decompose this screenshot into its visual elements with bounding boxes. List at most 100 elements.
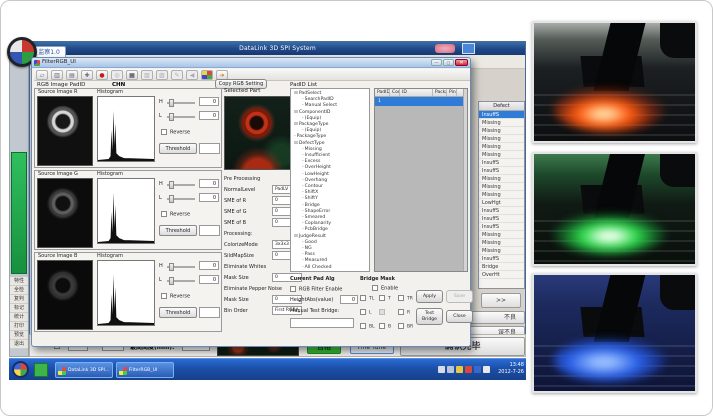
- threshold-field[interactable]: [199, 307, 220, 318]
- tree-expander-icon[interactable]: -: [302, 196, 304, 201]
- tree-expander-icon[interactable]: -: [302, 178, 304, 183]
- h-value-field[interactable]: 0: [199, 179, 219, 188]
- bridge-mask-cell[interactable]: BL: [360, 323, 379, 337]
- bridge-cell-checkbox[interactable]: [379, 309, 385, 315]
- tree-expander-icon[interactable]: -: [302, 184, 304, 189]
- defect-row[interactable]: Missing: [479, 135, 524, 143]
- defect-row[interactable]: Missing: [479, 151, 524, 159]
- maximize-button[interactable]: ▢: [443, 59, 454, 66]
- l-slider[interactable]: [167, 116, 195, 118]
- l-slider[interactable]: [167, 280, 195, 282]
- bridge-cell-checkbox[interactable]: [398, 309, 404, 315]
- more-button[interactable]: >>: [481, 293, 521, 308]
- bridge-mask-cell[interactable]: R: [398, 309, 417, 323]
- sidebar-item[interactable]: 全检: [10, 286, 28, 295]
- tree-expander-icon[interactable]: -: [302, 165, 304, 170]
- sidebar-item[interactable]: 统计: [10, 313, 28, 322]
- sidebar-item[interactable]: 标记: [10, 304, 28, 313]
- save-button[interactable]: Save: [446, 290, 473, 303]
- bridge-mask-cell[interactable]: [379, 309, 398, 323]
- h-slider[interactable]: [167, 184, 195, 186]
- reverse-checkbox[interactable]: [161, 211, 167, 217]
- manual-test-bridge-input[interactable]: [290, 318, 354, 328]
- bridge-cell-checkbox[interactable]: [379, 295, 385, 301]
- height-abs-field[interactable]: 0: [340, 295, 358, 304]
- tree-expander-icon[interactable]: -: [302, 147, 304, 152]
- tree-expander-icon[interactable]: -: [302, 190, 304, 195]
- tree-expander-icon[interactable]: -: [302, 203, 304, 208]
- sidebar-item[interactable]: 预览: [10, 331, 28, 340]
- bridge-mask-cell[interactable]: B: [379, 323, 398, 337]
- bridge-cell-checkbox[interactable]: [398, 295, 404, 301]
- tree-expander-icon[interactable]: ⊟: [294, 122, 298, 127]
- tree-expander-icon[interactable]: -: [302, 116, 304, 121]
- tray-icon[interactable]: [438, 366, 445, 373]
- tree-expander-icon[interactable]: -: [302, 172, 304, 177]
- table-header-cell[interactable]: Pin: [447, 89, 457, 96]
- defect-row[interactable]: Missing: [479, 231, 524, 239]
- table-header-cell[interactable]: PadID: [375, 89, 390, 96]
- threshold-field[interactable]: [199, 225, 220, 236]
- l-value-field[interactable]: 0: [199, 275, 219, 284]
- defect-row[interactable]: InsuffS: [479, 167, 524, 175]
- bridge-mask-cell[interactable]: BR: [398, 323, 417, 337]
- tray-icon[interactable]: [447, 366, 454, 373]
- h-value-field[interactable]: 0: [199, 97, 219, 106]
- toolbar-icon[interactable]: ▦: [201, 70, 213, 80]
- sidebar-item[interactable]: 打印: [10, 322, 28, 331]
- bridge-mask-cell[interactable]: T: [379, 295, 398, 309]
- taskbar-task-button[interactable]: FilterRGB_UI: [116, 362, 174, 378]
- defect-row[interactable]: OverHt: [479, 271, 524, 279]
- bridge-mask-cell[interactable]: TL: [360, 295, 379, 309]
- tree-expander-icon[interactable]: -: [302, 227, 304, 232]
- toolbar-icon[interactable]: ●: [96, 70, 108, 80]
- defect-row[interactable]: Missing: [479, 143, 524, 151]
- taskbar-clock[interactable]: 13:48 2012-7-26: [498, 362, 524, 376]
- tray-icon[interactable]: [465, 366, 472, 373]
- threshold-button[interactable]: Threshold: [159, 143, 197, 154]
- defect-row[interactable]: Missing: [479, 119, 524, 127]
- table-header-cell[interactable]: Comp: [390, 89, 400, 96]
- h-value-field[interactable]: 0: [199, 261, 219, 270]
- table-row[interactable]: 1: [375, 97, 467, 106]
- defect-row[interactable]: Missing: [479, 175, 524, 183]
- table-header-cell[interactable]: ID: [400, 89, 433, 96]
- defect-row[interactable]: InsuffS: [479, 255, 524, 263]
- toolbar-icon[interactable]: ▱: [36, 70, 48, 80]
- tree-expander-icon[interactable]: -: [302, 209, 304, 214]
- bridge-cell-checkbox[interactable]: [360, 323, 366, 329]
- toolbar-icon[interactable]: ✚: [81, 70, 93, 80]
- table-scrollbar[interactable]: [463, 89, 467, 271]
- tree-expander-icon[interactable]: -: [302, 265, 304, 270]
- sidebar-item[interactable]: 复判: [10, 295, 28, 304]
- close-button[interactable]: Close: [446, 310, 473, 323]
- tree-expander-icon[interactable]: -: [302, 153, 304, 158]
- table-header-cell[interactable]: Package: [433, 89, 447, 96]
- toolbar-icon[interactable]: ▧: [141, 70, 153, 80]
- bridge-enable-checkbox[interactable]: [372, 285, 378, 291]
- taskbar-task-button[interactable]: DataLink 3D SPI...: [55, 362, 113, 378]
- defect-row[interactable]: Missing: [479, 239, 524, 247]
- tray-icon[interactable]: [474, 366, 481, 373]
- tree-expander-icon[interactable]: ⊟: [294, 141, 298, 146]
- quick-launch-icon[interactable]: [34, 363, 48, 377]
- bridge-cell-checkbox[interactable]: [360, 295, 366, 301]
- defect-row[interactable]: Missing: [479, 247, 524, 255]
- defect-row[interactable]: InsuffS: [479, 215, 524, 223]
- bridge-mask-cell[interactable]: L: [360, 309, 379, 323]
- toolbar-icon[interactable]: ▦: [126, 70, 138, 80]
- tree-expander-icon[interactable]: ⊟: [294, 91, 298, 96]
- tray-icon[interactable]: [483, 366, 490, 373]
- reverse-checkbox[interactable]: [161, 293, 167, 299]
- threshold-field[interactable]: [199, 143, 220, 154]
- tree-expander-icon[interactable]: -: [302, 240, 304, 245]
- tree-expander-icon[interactable]: -: [302, 252, 304, 257]
- tree-item[interactable]: -All Checked: [293, 265, 369, 271]
- l-value-field[interactable]: 0: [199, 111, 219, 120]
- tree-expander-icon[interactable]: ⊟: [294, 110, 298, 115]
- defect-row[interactable]: InsuffS: [479, 223, 524, 231]
- toolbar-icon[interactable]: ▥: [51, 70, 63, 80]
- threshold-button[interactable]: Threshold: [159, 307, 197, 318]
- start-button[interactable]: [12, 361, 29, 378]
- tree-expander-icon[interactable]: -: [302, 258, 304, 263]
